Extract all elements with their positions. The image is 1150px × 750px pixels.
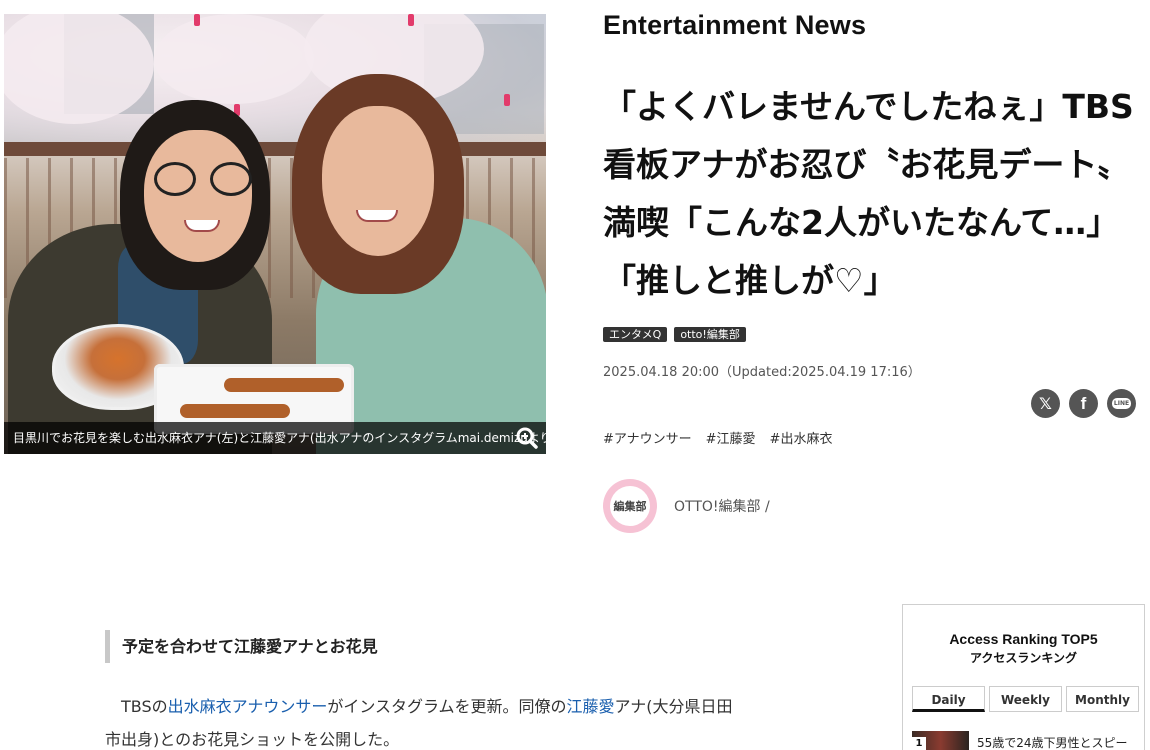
hashtag-list: #アナウンサー #江藤愛 #出水麻衣 — [603, 428, 832, 447]
author-avatar[interactable]: 編集部 — [603, 479, 657, 533]
photo-lantern — [408, 14, 414, 26]
link-demizu-announcer[interactable]: 出水麻衣アナウンサー — [168, 697, 328, 716]
tag-category[interactable]: エンタメQ — [603, 327, 668, 342]
paragraph-text: がインスタグラムを更新。同僚の — [327, 697, 567, 716]
article-paragraph: TBSの出水麻衣アナウンサーがインスタグラムを更新。同僚の江藤愛アナ(大分県日田… — [105, 690, 745, 750]
x-icon-label: 𝕏 — [1039, 394, 1052, 413]
ranking-number: 1 — [912, 737, 926, 750]
paragraph-text: TBSの — [121, 697, 168, 716]
hashtag-announcer[interactable]: #アナウンサー — [603, 428, 692, 447]
x-icon[interactable]: 𝕏 — [1031, 389, 1060, 418]
ranking-subtitle: アクセスランキング — [969, 651, 1078, 665]
author-avatar-text: 編集部 — [613, 500, 647, 513]
line-icon-label: LINE — [1111, 398, 1132, 409]
photo-lantern — [194, 14, 200, 26]
ranking-item-title[interactable]: 55歳で24歳下男性とスピー — [977, 734, 1128, 750]
photo-skewer — [224, 378, 344, 392]
article-dateline: 2025.04.18 20:00（Updated:2025.04.19 17:1… — [603, 365, 921, 380]
author-name[interactable]: OTTO!編集部 / — [674, 496, 770, 516]
photo-caption-text: 目黒川でお花見を楽しむ出水麻衣アナ(左)と江藤愛アナ(出水アナのインスタグラムm… — [13, 431, 546, 445]
line-icon[interactable]: LINE — [1107, 389, 1136, 418]
ranking-item[interactable]: 1 55歳で24歳下男性とスピー — [912, 731, 1128, 750]
photo-glasses — [154, 162, 196, 196]
hashtag-eto-ai[interactable]: #江藤愛 — [706, 428, 756, 447]
photo-skewer — [180, 404, 290, 418]
photo-glasses — [210, 162, 252, 196]
article-tags: エンタメQ otto!編集部 — [603, 327, 746, 342]
author-avatar-inner: 編集部 — [610, 486, 650, 526]
ranking-title: Access Ranking TOP5 — [949, 631, 1098, 647]
photo-face — [322, 106, 434, 256]
facebook-icon-label: f — [1080, 393, 1087, 413]
photo-caption: 目黒川でお花見を楽しむ出水麻衣アナ(左)と江藤愛アナ(出水アナのインスタグラムm… — [4, 422, 546, 454]
facebook-icon[interactable]: f — [1069, 389, 1098, 418]
tab-monthly[interactable]: Monthly — [1066, 686, 1139, 712]
article-photo[interactable]: 目黒川でお花見を楽しむ出水麻衣アナ(左)と江藤愛アナ(出水アナのインスタグラムm… — [4, 14, 546, 454]
ranking-thumbnail[interactable]: 1 — [912, 731, 969, 750]
photo-smile — [356, 210, 398, 222]
hashtag-demizu-mai[interactable]: #出水麻衣 — [770, 428, 833, 447]
photo-face — [144, 130, 252, 262]
link-eto-ai[interactable]: 江藤愛 — [567, 697, 615, 716]
tag-editorial[interactable]: otto!編集部 — [674, 327, 746, 342]
ranking-tabs: Daily Weekly Monthly — [912, 686, 1139, 712]
tab-weekly[interactable]: Weekly — [989, 686, 1062, 712]
access-ranking: Access Ranking TOP5 アクセスランキング Daily Week… — [902, 604, 1145, 750]
zoom-icon[interactable] — [516, 427, 538, 449]
section-label: Entertainment News — [603, 10, 867, 40]
article-subheading: 予定を合わせて江藤愛アナとお花見 — [105, 630, 378, 663]
article-headline: 「よくバレませんでしたねぇ」TBS看板アナがお忍び〝お花見デート〟満喫「こんな2… — [603, 87, 1134, 300]
tab-daily[interactable]: Daily — [912, 686, 985, 712]
author-block[interactable]: 編集部 OTTO!編集部 / — [603, 479, 770, 533]
share-buttons: 𝕏 f LINE — [1031, 389, 1136, 418]
